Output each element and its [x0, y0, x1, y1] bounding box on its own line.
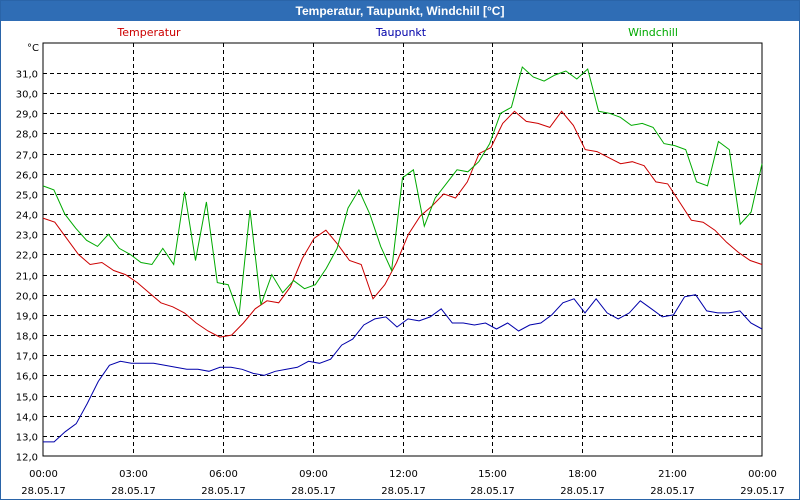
x-tick-date: 28.05.17	[470, 486, 515, 497]
chart-window: Temperatur, Taupunkt, Windchill [°C] 12,…	[0, 0, 800, 500]
x-tick-date: 28.05.17	[560, 486, 605, 497]
y-tick-label: 15,0	[16, 393, 38, 404]
x-tick-date: 28.05.17	[650, 486, 695, 497]
y-tick-label: 27,0	[16, 151, 38, 162]
x-tick-time: 00:00	[29, 469, 58, 480]
y-tick-label: 21,0	[16, 272, 38, 283]
x-tick-date: 28.05.17	[381, 486, 426, 497]
y-tick-label: 20,0	[16, 292, 38, 303]
x-tick-date: 28.05.17	[111, 486, 156, 497]
legend: Temperatur Taupunkt Windchill	[116, 26, 678, 39]
x-tick-time: 03:00	[119, 469, 148, 480]
x-tick-time: 06:00	[209, 469, 238, 480]
x-tick-time: 09:00	[299, 469, 328, 480]
x-tick-time: 18:00	[568, 469, 597, 480]
y-tick-label: 26,0	[16, 171, 38, 182]
y-tick-label: 31,0	[16, 70, 38, 81]
legend-windchill: Windchill	[628, 26, 678, 39]
chart-svg: 12,0 13,0 14,0 15,0 16,0 17,0 18,0 19,0 20,0 21,0…	[16, 26, 785, 497]
x-tick-time: 15:00	[478, 469, 507, 480]
y-tick-label: 29,0	[16, 110, 38, 121]
y-tick-label: 17,0	[16, 352, 38, 363]
y-tick-label: 24,0	[16, 211, 38, 222]
x-tick-date: 29.05.17	[740, 486, 785, 497]
y-tick-label: 18,0	[16, 332, 38, 343]
y-tick-label: 19,0	[16, 312, 38, 323]
x-tick-time: 12:00	[389, 469, 418, 480]
y-tick-label: 12,0	[16, 453, 38, 464]
x-tick-date: 28.05.17	[201, 486, 246, 497]
x-tick-date: 28.05.17	[291, 486, 336, 497]
y-tick-label: 25,0	[16, 191, 38, 202]
x-tick-date: 28.05.17	[21, 486, 66, 497]
y-tick-label: 13,0	[16, 433, 38, 444]
legend-taupunkt: Taupunkt	[375, 26, 427, 39]
y-tick-label: 14,0	[16, 413, 38, 424]
y-tick-label: 16,0	[16, 372, 38, 383]
y-tick-label: 23,0	[16, 231, 38, 242]
legend-temperatur: Temperatur	[116, 26, 181, 39]
x-tick-time: 00:00	[748, 469, 777, 480]
y-axis-label: °C	[27, 43, 39, 54]
y-tick-label: 28,0	[16, 130, 38, 141]
y-tick-label: 30,0	[16, 90, 38, 101]
y-tick-label: 22,0	[16, 251, 38, 262]
x-tick-time: 21:00	[658, 469, 687, 480]
